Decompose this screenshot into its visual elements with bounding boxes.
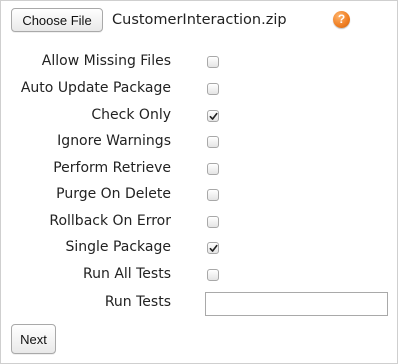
option-check-only: Check Only xyxy=(1,103,397,129)
option-label: Run All Tests xyxy=(83,266,171,282)
deploy-options-panel: Choose File CustomerInteraction.zip ? Al… xyxy=(0,0,398,364)
option-label: Allow Missing Files xyxy=(41,53,171,69)
option-label: Rollback On Error xyxy=(49,213,171,229)
option-label: Check Only xyxy=(91,107,171,123)
option-label: Purge On Delete xyxy=(56,186,171,202)
checkmark-icon xyxy=(209,112,218,120)
file-upload-row: Choose File CustomerInteraction.zip xyxy=(11,6,287,34)
run-all-tests-checkbox[interactable] xyxy=(207,269,219,281)
choose-file-button[interactable]: Choose File xyxy=(11,8,103,32)
selected-file-name: CustomerInteraction.zip xyxy=(112,12,287,28)
option-label: Single Package xyxy=(65,239,171,255)
run-tests-input[interactable] xyxy=(205,292,388,316)
option-allow-missing-files: Allow Missing Files xyxy=(1,49,397,75)
perform-retrieve-checkbox[interactable] xyxy=(207,163,219,175)
option-rollback-on-error: Rollback On Error xyxy=(1,209,397,235)
auto-update-package-checkbox[interactable] xyxy=(207,83,219,95)
option-auto-update-package: Auto Update Package xyxy=(1,76,397,102)
option-run-all-tests: Run All Tests xyxy=(1,262,397,288)
single-package-checkbox[interactable] xyxy=(207,242,219,254)
allow-missing-files-checkbox[interactable] xyxy=(207,56,219,68)
ignore-warnings-checkbox[interactable] xyxy=(207,136,219,148)
help-icon[interactable]: ? xyxy=(333,11,350,28)
option-single-package: Single Package xyxy=(1,235,397,261)
checkmark-icon xyxy=(209,244,218,252)
option-perform-retrieve: Perform Retrieve xyxy=(1,156,397,182)
run-tests-label: Run Tests xyxy=(104,294,171,310)
purge-on-delete-checkbox[interactable] xyxy=(207,189,219,201)
option-label: Auto Update Package xyxy=(20,80,171,96)
next-button[interactable]: Next xyxy=(11,324,56,354)
check-only-checkbox[interactable] xyxy=(207,110,219,122)
option-label: Perform Retrieve xyxy=(53,160,171,176)
option-purge-on-delete: Purge On Delete xyxy=(1,182,397,208)
option-label: Ignore Warnings xyxy=(57,133,171,149)
option-ignore-warnings: Ignore Warnings xyxy=(1,129,397,155)
rollback-on-error-checkbox[interactable] xyxy=(207,216,219,228)
